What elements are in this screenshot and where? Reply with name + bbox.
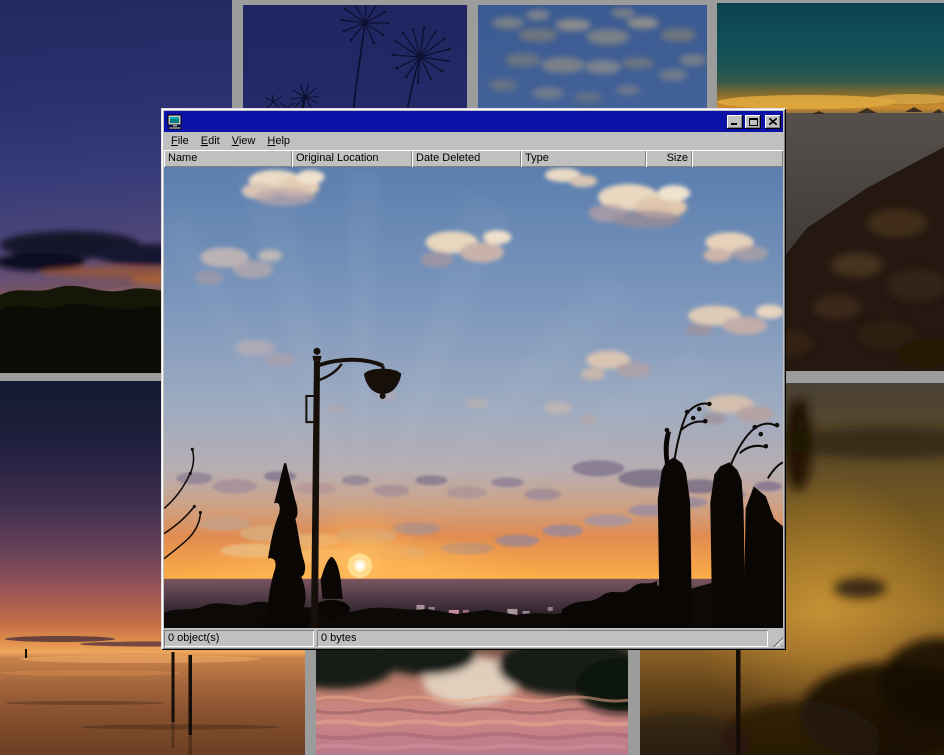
- menu-file[interactable]: File: [165, 133, 195, 150]
- close-icon: [769, 118, 777, 125]
- resize-grip-icon[interactable]: [770, 630, 783, 647]
- recycle-bin-window: File Edit View Help Name Original Locati…: [161, 108, 786, 650]
- status-object-count: 0 object(s): [164, 630, 314, 647]
- column-header-type[interactable]: Type: [521, 150, 646, 167]
- sunset-lamp-photo: [164, 167, 783, 628]
- close-button[interactable]: [765, 115, 781, 129]
- file-list-area[interactable]: [164, 167, 783, 628]
- window-titlebar[interactable]: [164, 111, 783, 132]
- desktop: { "desktop": { "background_color": "#9c9…: [0, 0, 944, 755]
- maximize-button[interactable]: [745, 115, 761, 129]
- status-total-size: 0 bytes: [317, 630, 768, 647]
- menu-help[interactable]: Help: [261, 133, 296, 150]
- minimize-button[interactable]: [727, 115, 743, 129]
- minimize-icon: [731, 118, 739, 125]
- computer-icon: [167, 114, 183, 130]
- column-header-original-location[interactable]: Original Location: [292, 150, 412, 167]
- menu-bar: File Edit View Help: [164, 132, 783, 150]
- column-header-filler: [692, 150, 783, 167]
- column-header-date-deleted[interactable]: Date Deleted: [412, 150, 521, 167]
- column-header-size[interactable]: Size: [646, 150, 692, 167]
- status-bar: 0 object(s) 0 bytes: [164, 630, 783, 647]
- column-header-name[interactable]: Name: [164, 150, 292, 167]
- column-header-row: Name Original Location Date Deleted Type…: [164, 150, 783, 167]
- menu-edit[interactable]: Edit: [195, 133, 226, 150]
- maximize-icon: [749, 118, 758, 126]
- menu-view[interactable]: View: [226, 133, 262, 150]
